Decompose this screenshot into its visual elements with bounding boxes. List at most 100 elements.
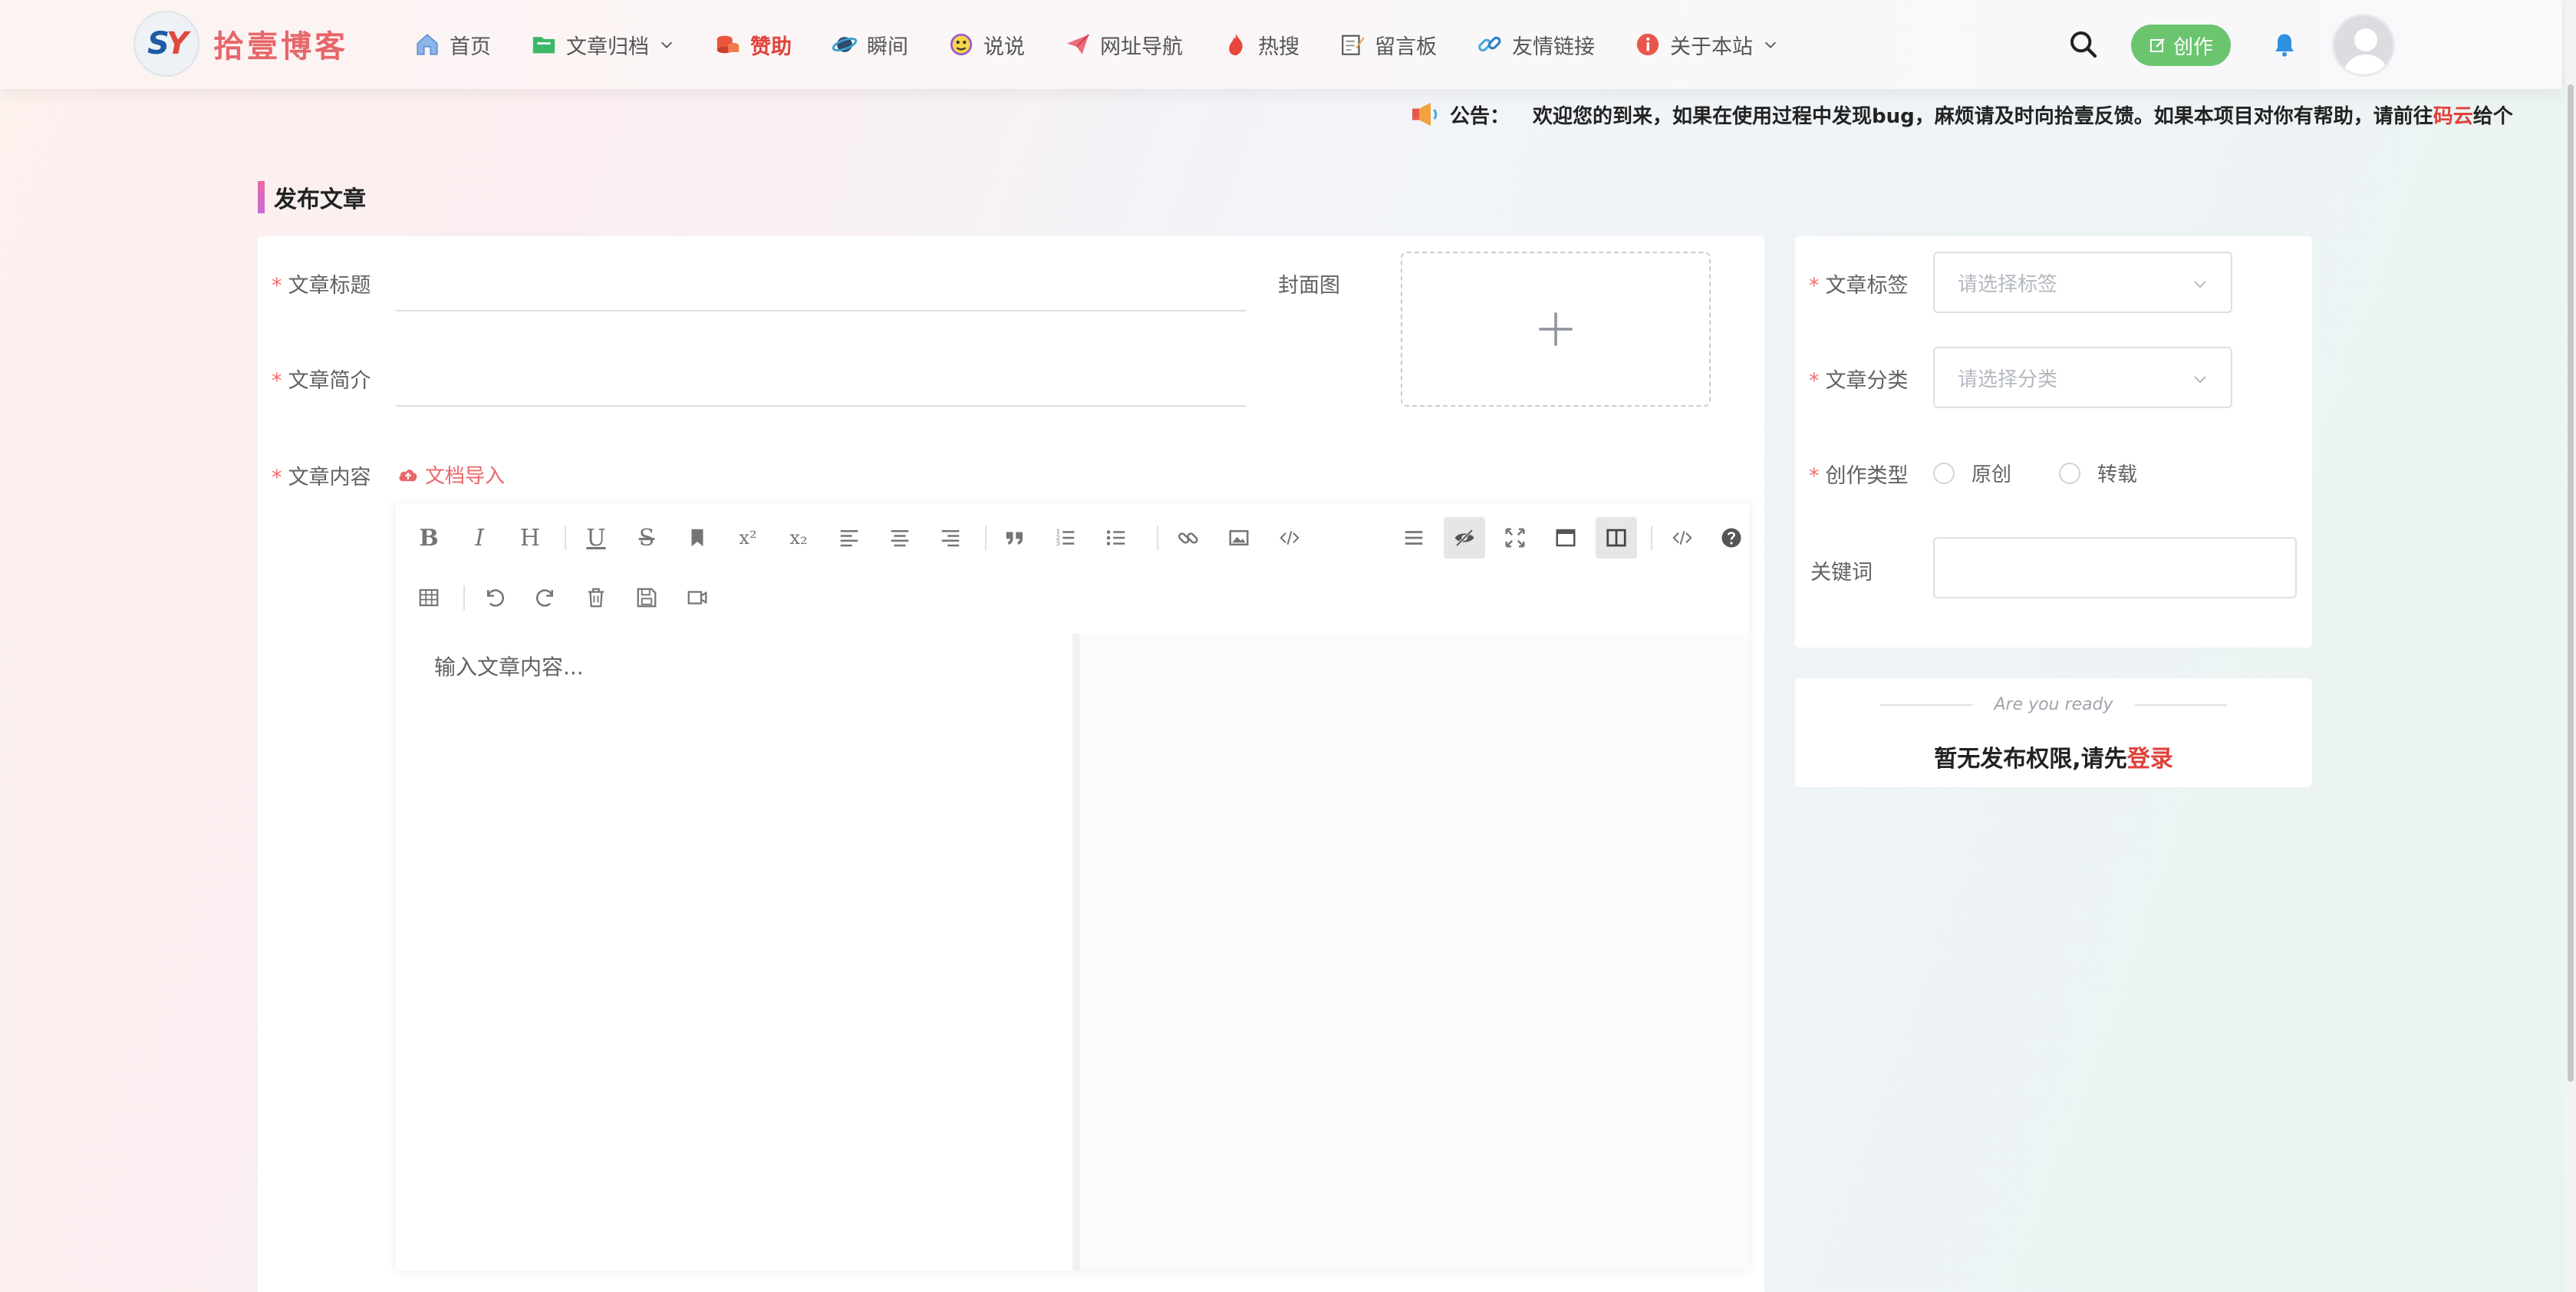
- create-button-label: 创作: [2172, 35, 2213, 59]
- table-icon: [419, 588, 439, 607]
- nav-label: 文章归档: [566, 35, 649, 59]
- summary-input[interactable]: [396, 361, 1246, 407]
- code-icon: [1672, 530, 1692, 545]
- radio-repost[interactable]: 转载: [2059, 459, 2137, 487]
- keyword-input[interactable]: [1933, 537, 2297, 598]
- subscript-button[interactable]: x₂: [778, 517, 819, 559]
- radio-original-label: 原创: [1972, 463, 2012, 486]
- strikethrough-button[interactable]: S: [626, 517, 667, 559]
- bold-button[interactable]: B: [408, 517, 450, 559]
- align-center-button[interactable]: [879, 517, 921, 559]
- image-button[interactable]: [1218, 517, 1260, 559]
- tag-select[interactable]: 请选择标签: [1933, 252, 2232, 313]
- title-input[interactable]: [396, 265, 1246, 311]
- heading-button[interactable]: H: [509, 517, 551, 559]
- tag-select-placeholder: 请选择标签: [1958, 272, 2058, 296]
- nav-item-moments[interactable]: 瞬间: [832, 30, 908, 60]
- tag-label: * 文章标签: [1809, 274, 1909, 298]
- underline-button[interactable]: U: [575, 517, 617, 559]
- page-title-text: 发布文章: [274, 186, 366, 213]
- cover-label: 封面图: [1278, 274, 1340, 298]
- login-link[interactable]: 登录: [2127, 746, 2173, 773]
- ordered-list-icon: 123: [1056, 529, 1075, 548]
- search-icon[interactable]: [2068, 29, 2099, 60]
- radio-circle: [2059, 462, 2080, 484]
- nav-item-about[interactable]: 关于本站: [1635, 30, 1779, 60]
- nav-item-sponsor[interactable]: 赞助: [715, 30, 792, 60]
- editor-toolbar-row-1: B I H U S x² x₂ 123: [396, 517, 1749, 571]
- import-doc-label: 文档导入: [425, 465, 506, 488]
- unordered-list-button[interactable]: [1095, 517, 1137, 559]
- import-doc-button[interactable]: 文档导入: [397, 460, 505, 489]
- scrollbar-thumb[interactable]: [2568, 84, 2574, 1082]
- table-button[interactable]: [408, 577, 450, 618]
- align-right-button[interactable]: [930, 517, 971, 559]
- nav-label: 友情链接: [1512, 35, 1595, 59]
- clear-button[interactable]: [575, 577, 617, 618]
- radio-original[interactable]: 原创: [1933, 459, 2011, 487]
- navigation-button[interactable]: [1393, 517, 1435, 559]
- cover-upload[interactable]: [1401, 252, 1711, 407]
- nav-item-home[interactable]: 首页: [414, 30, 491, 60]
- window-button[interactable]: [1545, 517, 1586, 559]
- bell-icon[interactable]: [2271, 29, 2298, 60]
- preview-toggle-button[interactable]: [1444, 517, 1485, 559]
- fire-icon: [1229, 33, 1243, 56]
- align-left-button[interactable]: [828, 517, 870, 559]
- page-title: 发布文章: [258, 181, 366, 213]
- login-message: 暂无发布权限,请先登录: [1795, 740, 2312, 773]
- video-button[interactable]: [677, 577, 718, 618]
- nav-item-guestbook[interactable]: 留言板: [1339, 30, 1437, 60]
- nav-item-hot[interactable]: 热搜: [1223, 30, 1300, 60]
- nav-label: 首页: [450, 35, 491, 59]
- title-label: * 文章标题: [272, 274, 371, 298]
- site-name[interactable]: 拾壹博客: [213, 21, 348, 66]
- fullscreen-button[interactable]: [1494, 517, 1536, 559]
- ready-text: Are you ready: [1994, 695, 2113, 714]
- announcement-link[interactable]: 码云: [2433, 101, 2473, 129]
- code-button[interactable]: [1269, 517, 1310, 559]
- cloud-upload-icon: [399, 469, 417, 481]
- editor-input-pane[interactable]: 输入文章内容...: [396, 634, 1065, 1271]
- announcement-bar: 公告： 欢迎您的到来，如果在使用过程中发现bug，麻烦请及时向拾壹反馈。如果本项…: [1410, 98, 2513, 130]
- chevron-down-icon: [2194, 281, 2206, 288]
- toolbar-divider: [463, 585, 465, 610]
- undo-icon: [487, 589, 505, 607]
- avatar[interactable]: [2332, 14, 2395, 77]
- trash-icon: [588, 588, 604, 608]
- chat-face-icon: [950, 33, 973, 56]
- nav-item-nav-sites[interactable]: 网址导航: [1065, 30, 1183, 60]
- ordered-list-button[interactable]: 123: [1045, 517, 1086, 559]
- toolbar-divider: [1157, 526, 1158, 550]
- window-icon: [1556, 529, 1576, 547]
- paper-plane-icon: [1066, 34, 1089, 54]
- eye-slash-icon: [1454, 529, 1474, 547]
- image-icon: [1229, 530, 1249, 545]
- nav-item-talk[interactable]: 说说: [948, 30, 1025, 60]
- announcement-suffix: 给个: [2472, 104, 2513, 128]
- superscript-button[interactable]: x²: [727, 517, 769, 559]
- italic-button[interactable]: I: [459, 517, 500, 559]
- save-button[interactable]: [626, 577, 667, 618]
- radio-circle: [1933, 462, 1955, 484]
- edit-icon: [2149, 38, 2165, 52]
- create-button[interactable]: 创作: [2131, 25, 2231, 66]
- coins-icon: [716, 35, 740, 54]
- site-logo[interactable]: SY: [133, 11, 199, 77]
- category-select[interactable]: 请选择分类: [1933, 347, 2232, 408]
- nav-label: 关于本站: [1670, 35, 1753, 59]
- quote-icon: [1006, 532, 1023, 545]
- nav-item-friend-links[interactable]: 友情链接: [1477, 30, 1595, 60]
- divider-line: [1880, 704, 1973, 706]
- align-center-icon: [891, 530, 909, 547]
- html-code-button[interactable]: [1662, 517, 1703, 559]
- notepad-icon: [1342, 35, 1365, 55]
- redo-button[interactable]: [525, 577, 566, 618]
- help-button[interactable]: [1711, 517, 1752, 559]
- split-view-button[interactable]: [1596, 517, 1637, 559]
- nav-item-archive[interactable]: 文章归档: [531, 30, 675, 60]
- undo-button[interactable]: [474, 577, 516, 618]
- link-button[interactable]: [1168, 517, 1209, 559]
- mark-button[interactable]: [677, 517, 718, 559]
- quote-button[interactable]: [994, 517, 1036, 559]
